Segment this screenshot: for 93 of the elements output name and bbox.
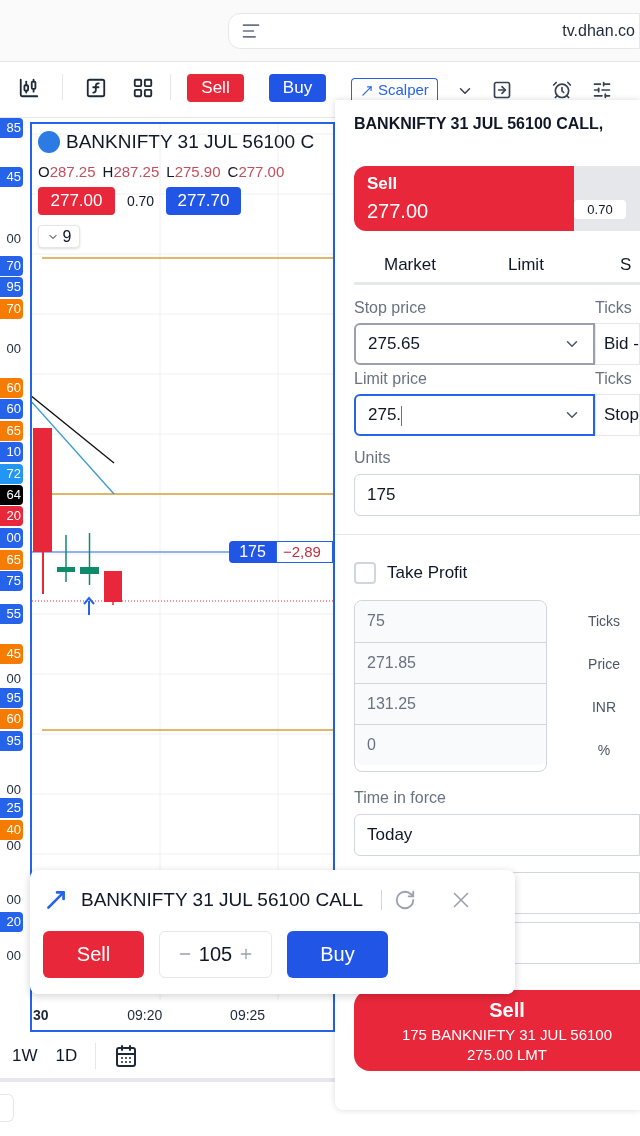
price-label: 00 xyxy=(5,230,22,248)
symbol-logo-icon xyxy=(38,131,60,154)
field-unit-label: % xyxy=(596,740,612,760)
time-in-force-select[interactable]: Today xyxy=(354,813,640,856)
time-label: 09:25 xyxy=(230,1005,267,1025)
url-field[interactable]: tv.dhan.co xyxy=(228,12,640,49)
field-label: Ticks xyxy=(595,369,632,389)
ohlc-value: H287.25 xyxy=(102,161,160,182)
price-label: 40 xyxy=(0,820,23,840)
price-label: 65 xyxy=(0,550,23,570)
price-label: 85 xyxy=(0,118,23,138)
price-label: 10 xyxy=(0,442,23,462)
price-label: 64 xyxy=(0,485,23,505)
submit-order-button[interactable]: Sell 175 BANKNIFTY 31 JUL 56100 275.00 LMT xyxy=(354,989,640,1071)
refresh-icon[interactable] xyxy=(394,889,416,912)
candle xyxy=(57,534,75,583)
buy-button[interactable]: Buy xyxy=(269,74,326,102)
calendar-icon[interactable] xyxy=(114,1044,139,1068)
price-label: 70 xyxy=(0,299,23,319)
price-label: 00 xyxy=(5,340,22,358)
price-label: 00 xyxy=(5,670,22,688)
settings-icon[interactable] xyxy=(591,80,612,100)
position-quantity[interactable]: 175 xyxy=(229,541,276,563)
price-label: 55 xyxy=(0,604,23,624)
price-label: 65 xyxy=(0,421,23,441)
price-label: 95 xyxy=(0,688,23,708)
widget-title: BANKNIFTY 31 JUL 56100 CALL xyxy=(81,888,363,912)
field-unit-label: INR xyxy=(590,697,618,717)
ticks-input[interactable]: Stop xyxy=(595,394,640,436)
position-pnl: −2,89 xyxy=(276,541,333,563)
price-label: 25 xyxy=(0,798,23,818)
order-type-tab[interactable]: Market xyxy=(384,251,436,279)
field-label: Time in force xyxy=(354,787,447,808)
arrow-icon xyxy=(360,83,374,98)
candle xyxy=(104,571,122,606)
alarm-icon[interactable] xyxy=(551,80,572,100)
price-label: 72 xyxy=(0,464,23,484)
field-unit-label: Price xyxy=(587,654,621,674)
spread-value: 0.70 xyxy=(125,191,156,211)
price-label: 60 xyxy=(0,399,23,419)
field-unit-label: Ticks xyxy=(586,611,622,631)
bid-price[interactable]: 277.00 xyxy=(38,187,115,215)
field-label: Limit price xyxy=(354,369,428,389)
units-input[interactable]: 175 xyxy=(354,474,640,516)
buy-button[interactable]: Buy xyxy=(287,930,388,978)
ask-price[interactable]: 277.70 xyxy=(166,187,241,215)
checkbox[interactable] xyxy=(354,561,376,584)
time-label: 30 xyxy=(33,1005,50,1025)
price-label: 00 xyxy=(0,528,23,548)
price-label: 00 xyxy=(5,891,22,909)
price-label: 60 xyxy=(0,378,23,398)
price-label: 95 xyxy=(0,277,23,297)
layout-grid-icon[interactable] xyxy=(132,77,154,99)
candle xyxy=(80,532,99,586)
order-type-tab[interactable]: Limit xyxy=(507,251,544,279)
interval-button[interactable]: 1W xyxy=(12,1043,38,1069)
ticks-input[interactable]: Bid - xyxy=(595,323,640,365)
price-input[interactable]: 275. xyxy=(354,394,595,436)
price-label: 95 xyxy=(0,731,23,751)
field-label: Stop price xyxy=(354,298,428,318)
sell-button[interactable]: Sell xyxy=(187,74,244,102)
candlestick-icon[interactable] xyxy=(18,77,40,99)
ohlc-value: C277.00 xyxy=(227,161,285,182)
arrow-icon xyxy=(83,596,95,616)
price-label: 20 xyxy=(0,506,23,526)
price-label: 75 xyxy=(0,571,23,591)
indicators-toggle[interactable]: 9 xyxy=(38,225,80,248)
share-icon[interactable] xyxy=(491,80,512,100)
spread-badge: 0.70 xyxy=(574,200,626,219)
function-icon[interactable] xyxy=(85,77,107,99)
checkbox-label: Take Profit xyxy=(387,562,468,584)
buy-side-button[interactable]: 0.70 xyxy=(574,166,640,231)
ohlc-value: L275.90 xyxy=(166,161,221,182)
sell-side-button[interactable]: Sell 277.00 xyxy=(354,166,574,231)
price-label: 45 xyxy=(0,644,23,664)
price-label: 20 xyxy=(0,912,23,932)
ohlc-value: O287.25 xyxy=(38,161,96,182)
price-label: 00 xyxy=(5,947,22,965)
price-label: 00 xyxy=(5,781,22,799)
input-field[interactable] xyxy=(0,1094,14,1122)
price-label: 70 xyxy=(0,256,23,276)
chart-title: BANKNIFTY 31 JUL 56100 C xyxy=(66,130,315,154)
field-label: Units xyxy=(354,448,392,468)
sell-button[interactable]: Sell xyxy=(43,930,144,978)
panel-title: BANKNIFTY 31 JUL 56100 CALL, xyxy=(354,114,605,134)
field-label: Ticks xyxy=(595,298,632,318)
interval-button[interactable]: 1D xyxy=(55,1043,78,1069)
order-type-tab[interactable]: S xyxy=(619,251,632,279)
price-label: 60 xyxy=(0,709,23,729)
price-label: 45 xyxy=(0,167,23,187)
price-input[interactable]: 275.65 xyxy=(354,323,595,365)
time-label: 09:20 xyxy=(127,1005,164,1025)
price-label: 00 xyxy=(5,837,22,855)
